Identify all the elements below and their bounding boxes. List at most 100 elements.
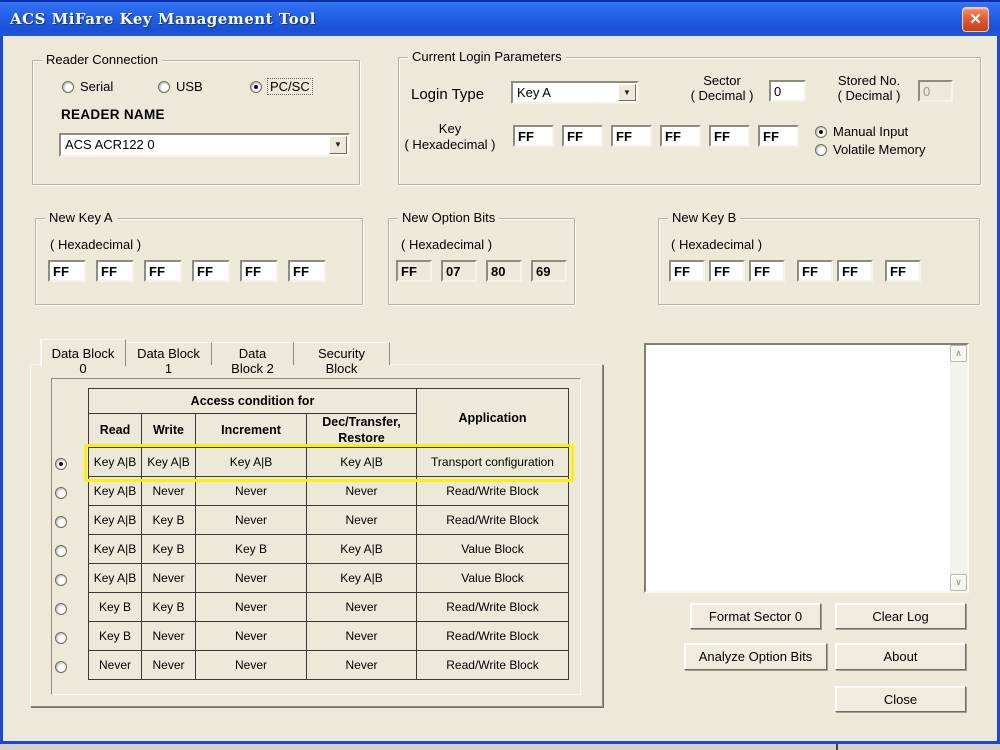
new-key-a-byte-2[interactable] [144, 260, 182, 282]
log-scrollbar[interactable]: ∧ ∨ [950, 345, 967, 591]
dropdown-arrow-icon[interactable]: ▼ [618, 84, 636, 101]
access-table-cell: Key A|B [89, 448, 142, 477]
access-table-column-header: Write [142, 414, 196, 448]
new-key-a-hex-label: ( Hexadecimal ) [50, 237, 141, 252]
radio-pcsc[interactable]: PC/SC [250, 79, 312, 94]
access-table: Access condition for Application ReadWri… [88, 388, 569, 680]
key-byte-input-2[interactable] [611, 125, 652, 147]
option-bits-byte-2 [486, 260, 522, 282]
access-table-cell: Never [142, 477, 196, 506]
key-byte-input-4[interactable] [709, 125, 750, 147]
analyze-option-bits-button[interactable]: Analyze Option Bits [684, 643, 827, 670]
radio-circle-icon [55, 632, 67, 644]
sector-input[interactable] [769, 80, 806, 102]
radio-volatile-memory-label: Volatile Memory [833, 142, 925, 157]
new-key-b-byte-4[interactable] [837, 260, 873, 282]
key-byte-input-5[interactable] [758, 125, 799, 147]
access-table-cell: Key A|B [196, 448, 307, 477]
new-key-b-byte-3[interactable] [797, 260, 833, 282]
radio-volatile-memory[interactable]: Volatile Memory [815, 142, 925, 157]
new-key-a-byte-4[interactable] [240, 260, 278, 282]
access-table-cell: Key B [142, 593, 196, 622]
access-row-radio-1[interactable] [55, 478, 71, 507]
access-table-column-header: Read [89, 414, 142, 448]
close-icon: ✕ [969, 11, 982, 28]
login-type-label: Login Type [411, 86, 484, 103]
key-hex-label: Key ( Hexadecimal ) [401, 121, 499, 152]
access-table-cell: Read/Write Block [417, 593, 569, 622]
access-table-cell: Never [196, 477, 307, 506]
login-type-combobox[interactable]: Key A ▼ [511, 81, 639, 104]
clear-log-button[interactable]: Clear Log [835, 603, 966, 629]
radio-circle-icon [55, 574, 67, 586]
radio-pcsc-label: PC/SC [268, 79, 312, 94]
access-row-radio-4[interactable] [55, 565, 71, 594]
access-row-radio-7[interactable] [55, 652, 71, 681]
title-bar[interactable]: ACS MiFare Key Management Tool ✕ [0, 0, 1000, 36]
access-table-cell: Never [307, 593, 417, 622]
new-key-b-byte-0[interactable] [669, 260, 705, 282]
tab-data-block-1[interactable]: Data Block 1 [126, 342, 212, 365]
stored-no-input [918, 80, 953, 102]
new-key-b-byte-5[interactable] [885, 260, 921, 282]
close-dialog-button[interactable]: Close [835, 686, 966, 712]
scroll-up-button[interactable]: ∧ [950, 345, 967, 362]
new-key-a-byte-0[interactable] [48, 260, 86, 282]
key-byte-input-3[interactable] [660, 125, 701, 147]
tab-security-block[interactable]: Security Block [294, 342, 390, 365]
about-button[interactable]: About [835, 643, 966, 670]
new-key-a-byte-3[interactable] [192, 260, 230, 282]
access-table-cell: Never [142, 622, 196, 651]
desktop-background-strip [0, 744, 1000, 750]
access-table-cell: Read/Write Block [417, 651, 569, 680]
access-row-radio-5[interactable] [55, 594, 71, 623]
dropdown-arrow-icon[interactable]: ▼ [329, 136, 347, 154]
radio-circle-icon [250, 81, 262, 93]
log-output[interactable]: ∧ ∨ [644, 343, 969, 593]
radio-usb[interactable]: USB [158, 79, 203, 94]
close-button[interactable]: ✕ [962, 7, 989, 32]
key-byte-input-1[interactable] [562, 125, 603, 147]
access-table-row-2: Key A|BKey BNeverNeverRead/Write Block [89, 506, 569, 535]
access-table-cell: Key B [89, 622, 142, 651]
access-table-row-4: Key A|BNeverNeverKey A|BValue Block [89, 564, 569, 593]
access-table-row-6: Key BNeverNeverNeverRead/Write Block [89, 622, 569, 651]
access-row-radio-6[interactable] [55, 623, 71, 652]
access-table-cell: Never [307, 651, 417, 680]
option-bits-byte-3 [531, 260, 567, 282]
access-table-cell: Key B [142, 535, 196, 564]
new-key-a-byte-1[interactable] [96, 260, 134, 282]
access-table-application-header: Application [417, 389, 569, 448]
scroll-down-button[interactable]: ∨ [950, 574, 967, 591]
access-table-cell: Never [196, 506, 307, 535]
access-table-cell: Key B [196, 535, 307, 564]
scroll-down-icon: ∨ [955, 577, 962, 587]
access-table-cell: Never [142, 564, 196, 593]
access-table-cell: Key A|B [307, 564, 417, 593]
access-table-cell: Key B [142, 506, 196, 535]
tab-bar: Data Block 0Data Block 1Data Block 2Secu… [40, 341, 390, 365]
radio-circle-icon [55, 545, 67, 557]
access-row-radio-2[interactable] [55, 507, 71, 536]
tab-data-block-0[interactable]: Data Block 0 [40, 339, 126, 366]
format-sector-button[interactable]: Format Sector 0 [690, 603, 821, 629]
desktop-background-mark [836, 744, 838, 750]
scroll-up-icon: ∧ [955, 348, 962, 358]
access-row-radio-0[interactable] [55, 449, 71, 478]
reader-name-combobox[interactable]: ACS ACR122 0 ▼ [59, 133, 350, 157]
new-option-bits-hex-label: ( Hexadecimal ) [401, 237, 492, 252]
radio-usb-label: USB [176, 79, 203, 94]
access-table-cell: Read/Write Block [417, 622, 569, 651]
tab-data-block-2[interactable]: Data Block 2 [212, 342, 294, 365]
key-byte-input-0[interactable] [513, 125, 554, 147]
radio-circle-icon [62, 81, 74, 93]
new-key-b-byte-2[interactable] [749, 260, 785, 282]
new-key-a-byte-5[interactable] [288, 260, 326, 282]
radio-serial[interactable]: Serial [62, 79, 113, 94]
access-table-cell: Never [307, 506, 417, 535]
access-row-radio-3[interactable] [55, 536, 71, 565]
new-key-b-byte-1[interactable] [709, 260, 745, 282]
radio-circle-icon [55, 661, 67, 673]
radio-manual-input[interactable]: Manual Input [815, 124, 908, 139]
access-table-cell: Read/Write Block [417, 506, 569, 535]
